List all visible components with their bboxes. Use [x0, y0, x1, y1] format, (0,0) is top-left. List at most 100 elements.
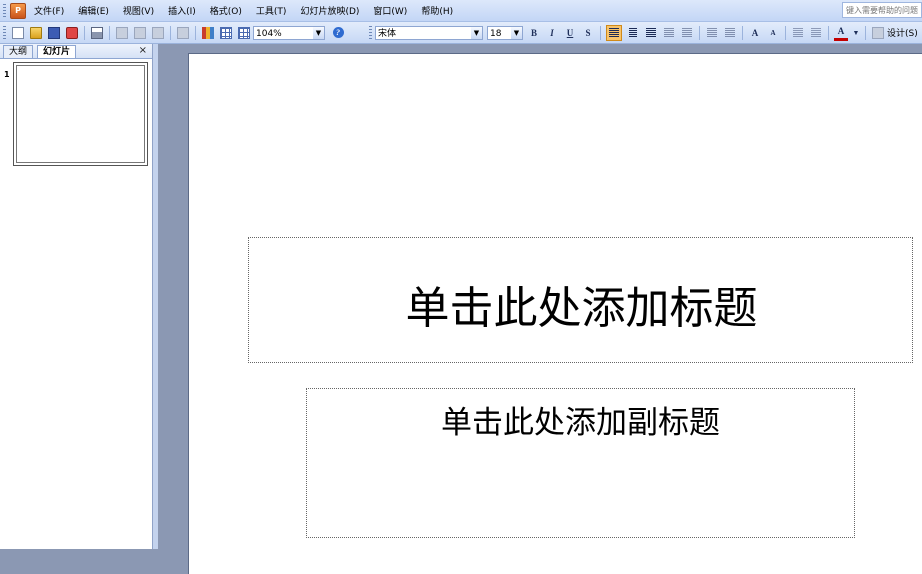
- slide-thumbnail-frame: [16, 65, 145, 163]
- distributed-icon: [682, 28, 692, 37]
- justify-icon: [664, 28, 674, 37]
- font-color-button[interactable]: A: [834, 24, 848, 41]
- font-name-value: 宋体: [378, 28, 397, 39]
- align-left-icon: [609, 28, 619, 37]
- permission-icon: [66, 26, 78, 39]
- bullets-icon: [725, 28, 735, 37]
- toolbar-separator: [600, 25, 601, 40]
- justify-button[interactable]: [662, 26, 676, 40]
- pane-splitter[interactable]: [153, 44, 158, 549]
- print-icon: [91, 26, 103, 39]
- save-button[interactable]: [47, 26, 61, 40]
- font-size-value: 18: [490, 28, 502, 39]
- tab-outline[interactable]: 大纲: [3, 45, 34, 58]
- numbering-icon: [707, 28, 717, 37]
- toolbar-separator: [84, 25, 85, 40]
- new-document-icon: [12, 26, 24, 39]
- toolbar-separator: [828, 25, 829, 40]
- increase-indent-icon: [811, 28, 821, 37]
- menu-insert[interactable]: 插入(I): [168, 4, 196, 17]
- chart-icon: [202, 26, 214, 39]
- help-icon: ?: [332, 27, 344, 38]
- design-button[interactable]: 设计(S): [887, 26, 918, 39]
- italic-button[interactable]: I: [545, 26, 559, 40]
- design-icon: [871, 26, 885, 40]
- table-icon: [220, 26, 232, 39]
- slide-number: 1: [4, 70, 10, 79]
- slide-canvas[interactable]: 单击此处添加标题 单击此处添加副标题: [188, 53, 922, 574]
- toolbar-separator: [865, 25, 866, 40]
- save-icon: [48, 26, 60, 39]
- chevron-down-icon[interactable]: ▼: [852, 26, 860, 40]
- design-pencil-icon: [872, 26, 884, 39]
- toolbar: 104% ▼ ? 宋体 ▼ 18 ▼ B I U S A A A ▼ 设计(S): [0, 22, 922, 44]
- underline-button[interactable]: U: [563, 26, 577, 40]
- undo-button[interactable]: [176, 26, 190, 40]
- copy-button[interactable]: [115, 26, 129, 40]
- toolbar-separator: [109, 25, 110, 40]
- numbering-button[interactable]: [705, 26, 719, 40]
- show-grid-button[interactable]: [237, 26, 251, 40]
- bullets-button[interactable]: [723, 26, 737, 40]
- menu-tools[interactable]: 工具(T): [256, 4, 287, 17]
- toolbar-separator: [170, 25, 171, 40]
- menu-bar: P 文件(F) 编辑(E) 视图(V) 插入(I) 格式(O) 工具(T) 幻灯…: [0, 0, 922, 22]
- align-center-icon: [629, 28, 637, 37]
- subtitle-placeholder-text: 单击此处添加副标题: [441, 405, 720, 441]
- powerpoint-icon[interactable]: P: [10, 2, 26, 19]
- toolbar-grip[interactable]: [369, 25, 372, 40]
- undo-icon: [177, 26, 189, 39]
- new-button[interactable]: [11, 26, 25, 40]
- title-placeholder[interactable]: 单击此处添加标题: [248, 237, 913, 363]
- menu-view[interactable]: 视图(V): [123, 4, 154, 17]
- close-icon[interactable]: ×: [139, 44, 147, 57]
- menu-format[interactable]: 格式(O): [210, 4, 242, 17]
- menu-grip[interactable]: [3, 3, 6, 18]
- zoom-value: 104%: [256, 28, 282, 39]
- toolbar-separator: [699, 25, 700, 40]
- menu-edit[interactable]: 编辑(E): [78, 4, 109, 17]
- bold-button[interactable]: B: [527, 26, 541, 40]
- menu-slideshow[interactable]: 幻灯片放映(D): [300, 4, 359, 17]
- align-center-button[interactable]: [626, 26, 640, 40]
- font-size-select[interactable]: 18 ▼: [487, 25, 523, 40]
- decrease-indent-icon: [793, 28, 803, 37]
- paste-button[interactable]: [133, 26, 147, 40]
- tab-slides[interactable]: 幻灯片: [37, 45, 77, 58]
- distributed-button[interactable]: [680, 26, 694, 40]
- align-left-button[interactable]: [606, 24, 622, 41]
- decrease-indent-button[interactable]: [791, 26, 805, 40]
- open-button[interactable]: [29, 26, 43, 40]
- increase-indent-button[interactable]: [809, 26, 823, 40]
- grow-font-button[interactable]: A: [748, 26, 762, 40]
- paste-icon: [134, 26, 146, 39]
- slide-thumbnail[interactable]: [13, 62, 148, 166]
- align-right-button[interactable]: [644, 26, 658, 40]
- help-search-input[interactable]: 键入需要帮助的问题: [842, 2, 922, 18]
- format-painter-button[interactable]: [151, 26, 165, 40]
- toolbar-separator: [195, 25, 196, 40]
- zoom-select[interactable]: 104% ▼: [253, 25, 325, 40]
- chevron-down-icon[interactable]: ▼: [511, 26, 522, 39]
- chevron-down-icon[interactable]: ▼: [313, 26, 324, 39]
- title-placeholder-text: 单击此处添加标题: [405, 283, 758, 334]
- toolbar-separator: [785, 25, 786, 40]
- pane-tabs: 大纲 幻灯片 ×: [0, 44, 152, 59]
- permission-button[interactable]: [65, 26, 79, 40]
- grid-icon: [238, 26, 250, 39]
- subtitle-placeholder[interactable]: 单击此处添加副标题: [306, 388, 855, 538]
- toolbar-separator: [742, 25, 743, 40]
- insert-table-button[interactable]: [219, 26, 233, 40]
- shrink-font-button[interactable]: A: [766, 26, 780, 40]
- menu-help[interactable]: 帮助(H): [421, 4, 453, 17]
- menu-file[interactable]: 文件(F): [34, 4, 64, 17]
- shadow-button[interactable]: S: [581, 26, 595, 40]
- format-painter-icon: [152, 26, 164, 39]
- menu-window[interactable]: 窗口(W): [373, 4, 407, 17]
- insert-chart-button[interactable]: [201, 26, 215, 40]
- help-button[interactable]: ?: [331, 26, 345, 40]
- toolbar-grip[interactable]: [3, 25, 6, 40]
- chevron-down-icon[interactable]: ▼: [471, 26, 482, 39]
- print-button[interactable]: [90, 26, 104, 40]
- font-name-select[interactable]: 宋体 ▼: [375, 25, 483, 40]
